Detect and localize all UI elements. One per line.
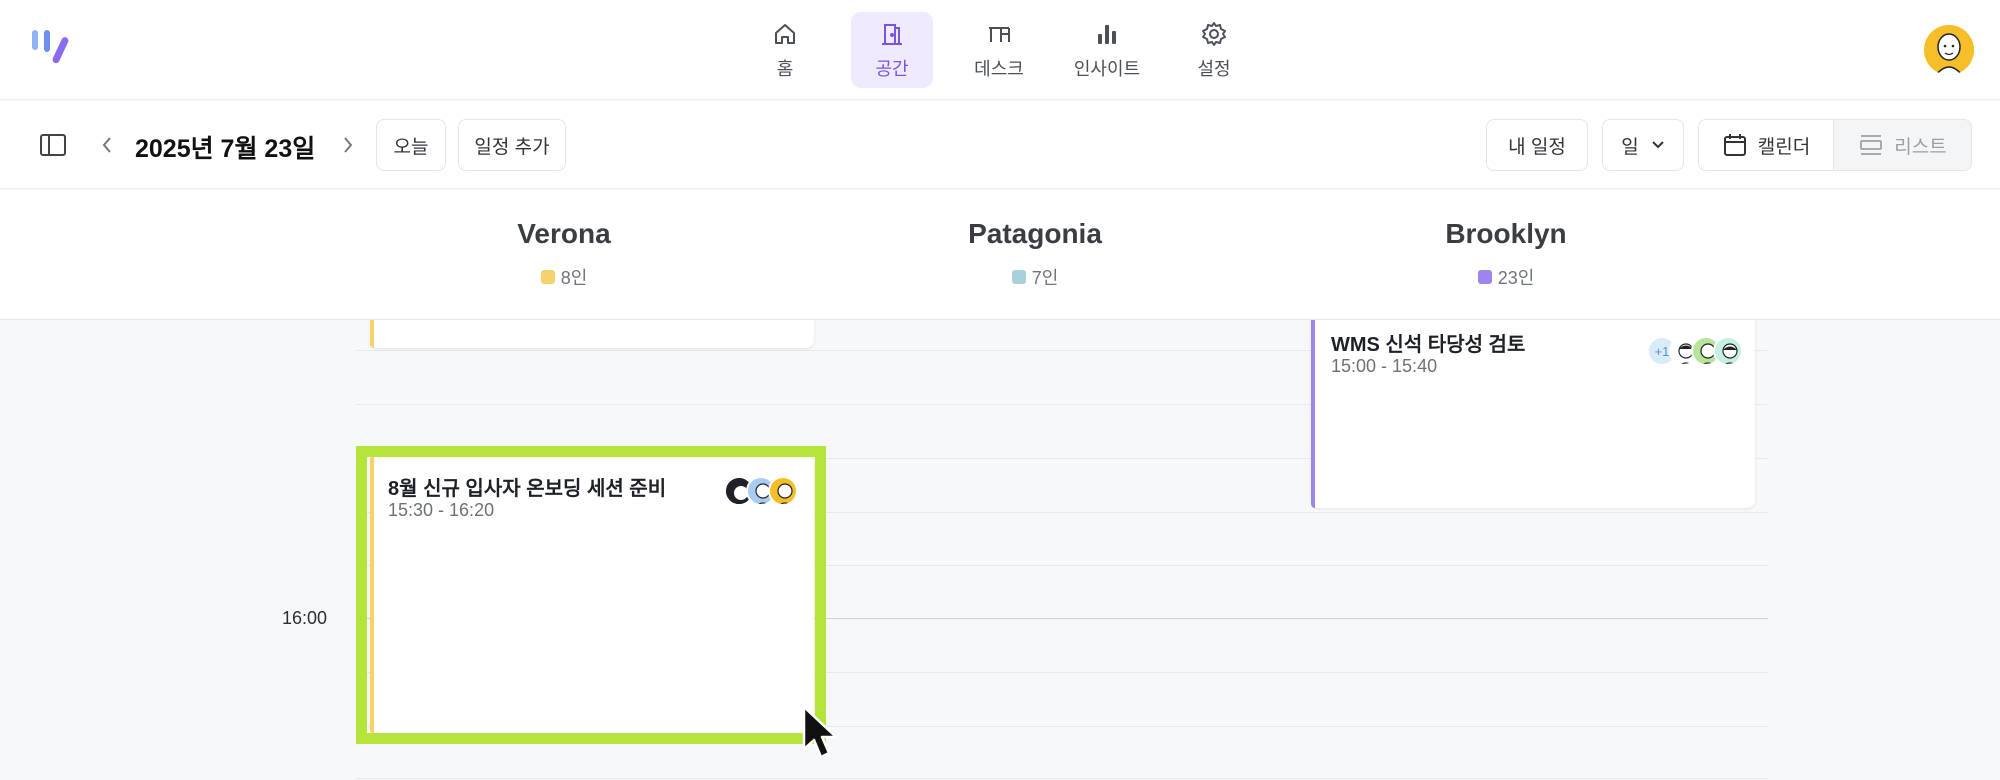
door-icon <box>882 23 902 45</box>
event-color-bar <box>370 320 374 348</box>
top-navigation-bar: 홈 공간 데스크 인사이트 설정 <box>0 0 2000 100</box>
add-schedule-button[interactable]: 일정 추가 <box>458 119 566 171</box>
chevron-down-icon <box>1652 141 1664 149</box>
room-capacity-label: 8인 <box>560 268 588 288</box>
sidebar-toggle-icon[interactable] <box>38 131 68 159</box>
chevron-right-icon[interactable] <box>337 133 359 157</box>
main-nav: 홈 공간 데스크 인사이트 설정 <box>0 12 2000 90</box>
room-name: Verona <box>517 218 611 249</box>
room-column-brooklyn: Brooklyn 23인 <box>1356 218 1656 290</box>
view-select-value: 일 <box>1621 136 1639 158</box>
nav-item-label: 홈 <box>776 58 794 79</box>
mouse-cursor-icon <box>802 705 838 759</box>
chevron-left-icon[interactable] <box>96 133 118 157</box>
calendar-icon <box>1723 134 1746 156</box>
time-label: 16:00 <box>282 608 328 628</box>
desk-icon <box>989 26 1010 42</box>
room-capacity-label: 7인 <box>1031 268 1059 288</box>
calendar-view-button[interactable]: 캘린더 <box>1699 120 1835 170</box>
view-select[interactable]: 일 <box>1602 119 1684 171</box>
room-capacity: 8인 <box>414 264 714 290</box>
event-time: 15:00 - 15:40 <box>1331 356 1438 376</box>
nav-item-home[interactable]: 홈 <box>744 12 826 88</box>
nav-item-label: 인사이트 <box>1073 58 1141 79</box>
list-icon <box>1860 135 1883 155</box>
event-card-verona-previous[interactable] <box>370 320 814 348</box>
current-date: 2025년 7월 23일 <box>135 135 316 163</box>
room-name: Patagonia <box>968 218 1102 249</box>
nav-item-label: 데스크 <box>974 58 1024 79</box>
room-color-dot <box>1011 270 1026 284</box>
room-color-dot <box>1477 270 1492 284</box>
event-title: 8월 신규 입사자 온보딩 세션 준비 <box>388 478 667 500</box>
room-header-row: Verona 8인 Patagonia 7인 Brooklyn 23인 <box>0 190 2000 320</box>
room-capacity-label: 23인 <box>1497 268 1535 288</box>
grid-line <box>356 778 1768 779</box>
user-avatar[interactable] <box>1924 25 1974 75</box>
nav-item-label: 설정 <box>1197 58 1231 79</box>
time-grid[interactable]: 16:00 WMS 신석 타당성 검토 15:00 - 15:40 +1 8월 … <box>0 320 2000 780</box>
list-view-button[interactable]: 리스트 <box>1834 120 1971 170</box>
room-name: Brooklyn <box>1445 218 1567 249</box>
room-color-dot <box>540 270 555 284</box>
event-card-verona-onboarding[interactable]: 8월 신규 입사자 온보딩 세션 준비 15:30 - 16:20 <box>370 456 814 734</box>
calendar-view-label: 캘린더 <box>1757 136 1811 158</box>
home-icon <box>775 23 795 44</box>
bar-chart-icon <box>1098 24 1116 44</box>
room-column-verona: Verona 8인 <box>414 218 714 290</box>
room-capacity: 7인 <box>885 264 1185 290</box>
nav-item-desk[interactable]: 데스크 <box>958 12 1040 88</box>
nav-item-space[interactable]: 공간 <box>851 12 933 88</box>
room-capacity: 23인 <box>1356 264 1656 290</box>
attendee-avatar <box>1713 336 1743 366</box>
nav-item-settings[interactable]: 설정 <box>1173 12 1255 88</box>
today-button[interactable]: 오늘 <box>376 119 446 171</box>
event-color-bar <box>370 456 374 734</box>
nav-item-label: 공간 <box>875 58 909 79</box>
room-column-patagonia: Patagonia 7인 <box>885 218 1185 290</box>
calendar-toolbar: 2025년 7월 23일 오늘 일정 추가 내 일정 일 캘린더 리스트 <box>0 101 2000 189</box>
event-color-bar <box>1311 320 1315 508</box>
nav-item-insight[interactable]: 인사이트 <box>1066 12 1148 88</box>
event-card-brooklyn[interactable]: WMS 신석 타당성 검토 15:00 - 15:40 +1 <box>1311 320 1755 508</box>
view-toggle-group: 캘린더 리스트 <box>1698 119 1972 171</box>
gear-icon <box>1202 21 1226 46</box>
event-time: 15:30 - 16:20 <box>388 500 495 520</box>
list-view-label: 리스트 <box>1894 136 1947 158</box>
my-schedule-button[interactable]: 내 일정 <box>1486 119 1588 171</box>
event-title: WMS 신석 타당성 검토 <box>1331 334 1526 356</box>
attendee-avatar <box>768 476 798 506</box>
